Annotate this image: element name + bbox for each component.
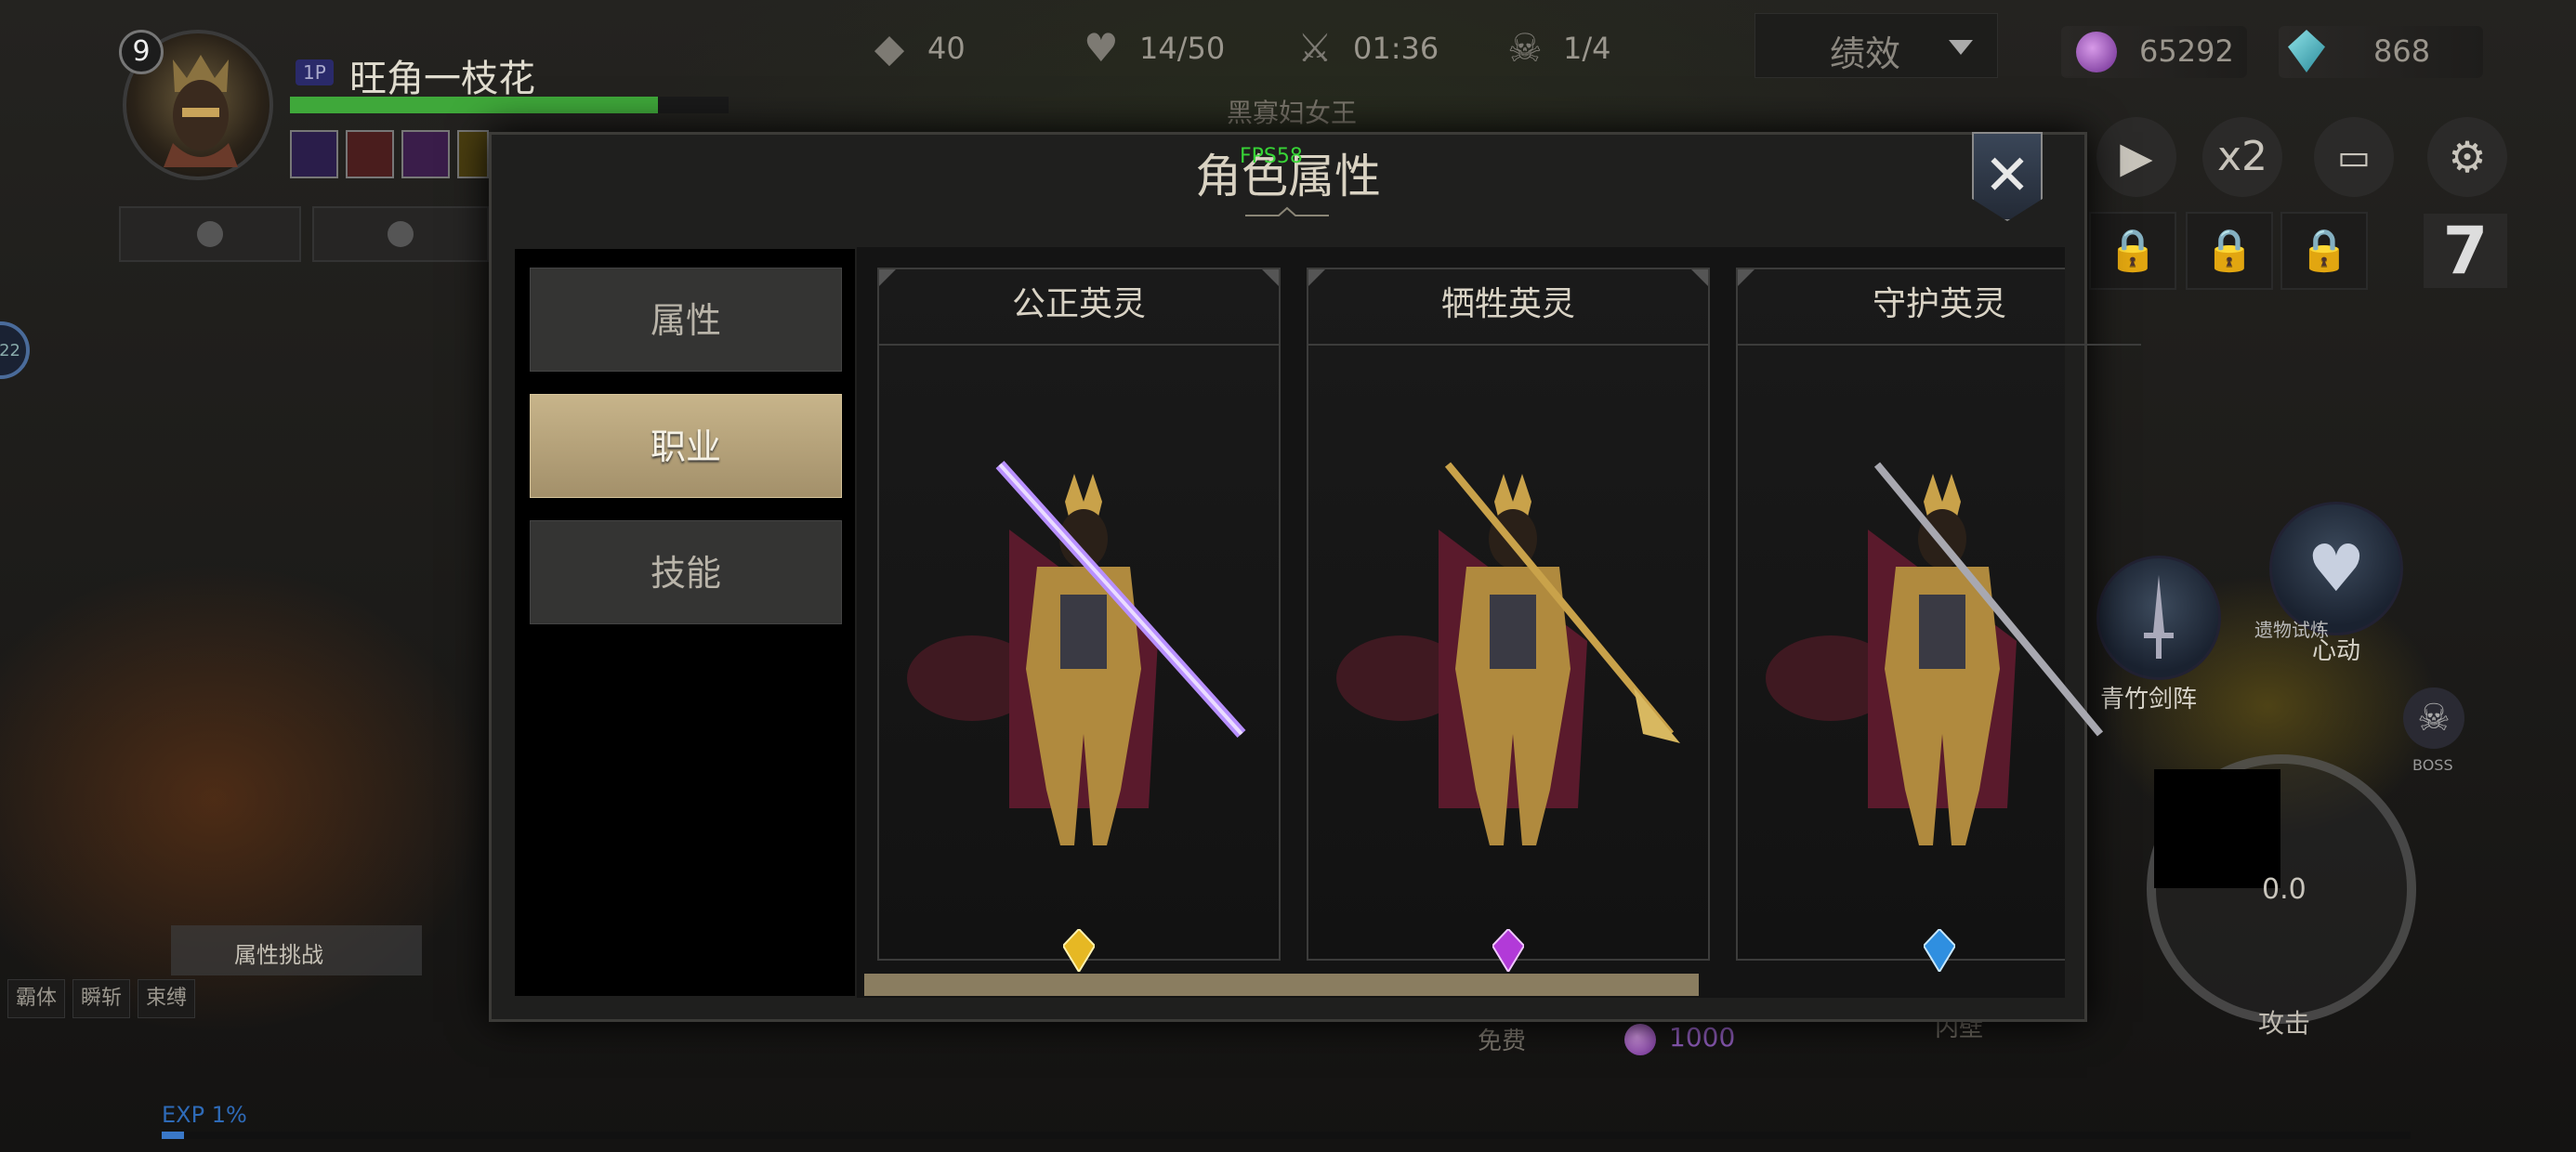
side-badge[interactable]: 22 [0, 321, 30, 379]
crossed-swords-icon: ⚔ [1297, 25, 1333, 71]
close-icon: ✕ [1983, 143, 2031, 208]
class-name: 公正英灵 [1011, 285, 1146, 323]
player-name: 旺角一枝花 [349, 58, 535, 100]
locked-slot-icon[interactable]: 🔒 [2186, 212, 2273, 290]
play-button[interactable]: ▶ [2096, 117, 2176, 197]
fps-counter: FPS58 [1240, 145, 1303, 168]
purple-currency: 65292 [2061, 26, 2247, 78]
tab-class[interactable]: 职业 [530, 394, 842, 498]
buff-spider-icon[interactable] [401, 130, 450, 178]
exp-fill [162, 1132, 185, 1139]
blue-currency: 868 [2279, 26, 2483, 78]
attr-challenge-label: 属性挑战 [234, 942, 323, 968]
blue-currency-value: 868 [2373, 33, 2431, 69]
class-name: 守护英灵 [1872, 285, 2006, 323]
class-card-sacrifice[interactable]: 牺牲英灵 [1307, 268, 1710, 972]
player-slot-tag: 1P [296, 59, 334, 85]
slot-number[interactable]: 7 [2424, 214, 2507, 288]
resource-stat: ◆ 40 [866, 26, 966, 71]
attack-cooldown: 0.0 [2262, 873, 2307, 906]
player-hp-bar [290, 97, 729, 113]
class-card-header: 守护英灵 [1738, 269, 2141, 346]
heart-pulse-icon: ♥ [1084, 25, 1119, 71]
class-card-header: 牺牲英灵 [1308, 269, 1708, 346]
hp-stat: ♥ 14/50 [1078, 26, 1225, 71]
title-ornament-icon [1245, 206, 1329, 216]
performance-label: 绩效 [1830, 33, 1901, 74]
crystal-icon [2288, 30, 2325, 72]
player-level-badge: 9 [119, 30, 164, 74]
cost-value: 1000 [1669, 1022, 1736, 1053]
person-icon [197, 221, 223, 247]
timer-value: 01:36 [1353, 31, 1439, 66]
purple-currency-value: 65292 [2139, 33, 2234, 69]
chevron-down-icon [1949, 40, 1973, 55]
class-card-guardian[interactable]: 守护英灵 [1736, 268, 2141, 972]
skill-heartbeat-label: 心动 [2312, 637, 2361, 665]
attr-challenge-banner[interactable]: 属性挑战 [171, 925, 422, 975]
hp-value: 14/50 [1139, 31, 1226, 66]
justice-knight-figure [907, 460, 1246, 845]
status-tag-bind: 束缚 [138, 979, 196, 1018]
sacrifice-knight-figure [1336, 462, 1680, 845]
resource-value: 40 [927, 31, 966, 66]
purple-gem-icon [1624, 1024, 1656, 1055]
blue-gem-icon [1924, 929, 1955, 972]
guardian-knight-figure [1766, 462, 2104, 845]
locked-slot-icon[interactable]: 🔒 [2280, 212, 2368, 290]
player-hp-fill [290, 97, 659, 113]
attack-cooldown-mask [2154, 769, 2280, 888]
display-icon[interactable]: ▭ [2314, 117, 2394, 197]
tab-skills[interactable]: 技能 [530, 520, 842, 624]
boss-skull-icon[interactable]: ☠ [2403, 687, 2464, 749]
buff-paw-icon[interactable] [457, 130, 489, 178]
performance-dropdown[interactable]: 绩效 [1755, 13, 1998, 78]
skull-icon: ☠ [1507, 25, 1543, 71]
buff-potion-icon[interactable] [346, 130, 394, 178]
settings-gear-icon[interactable]: ⚙ [2427, 117, 2507, 197]
cube-icon: ◆ [874, 25, 905, 71]
speed-button[interactable]: x2 [2202, 117, 2282, 197]
kills-stat: ☠ 1/4 [1502, 25, 1611, 71]
class-card-justice[interactable]: 公正英灵 [877, 268, 1281, 972]
gold-gem-icon [1063, 929, 1095, 972]
heart-icon: ♥ [2307, 530, 2366, 607]
purple-gem-icon [1492, 929, 1524, 972]
exp-label: EXP 1% [162, 1102, 247, 1128]
exp-bar [162, 1132, 2411, 1139]
boss-name: 黑寡妇女王 [1227, 98, 1358, 128]
purple-gem-icon [2076, 32, 2117, 72]
boss-label: BOSS [2412, 756, 2453, 774]
class-card-header: 公正英灵 [879, 269, 1279, 346]
class-name: 牺牲英灵 [1440, 285, 1575, 323]
free-label: 免费 [1478, 1028, 1527, 1055]
status-tag-instakill: 瞬斩 [72, 979, 131, 1018]
kills-value: 1/4 [1563, 31, 1611, 66]
equipment-slot-button[interactable] [312, 206, 489, 262]
timer-stat: ⚔ 01:36 [1292, 26, 1439, 71]
leaf-icon [388, 221, 414, 247]
status-tag-superarmor: 霸体 [7, 979, 66, 1018]
buff-skull-icon[interactable] [290, 130, 338, 178]
attack-label: 攻击 [2258, 1008, 2311, 1039]
character-slot-button[interactable] [119, 206, 301, 262]
character-portrait-icon [164, 55, 238, 167]
tab-attributes[interactable]: 属性 [530, 268, 842, 372]
class-list-scrollbar[interactable] [864, 974, 1699, 996]
